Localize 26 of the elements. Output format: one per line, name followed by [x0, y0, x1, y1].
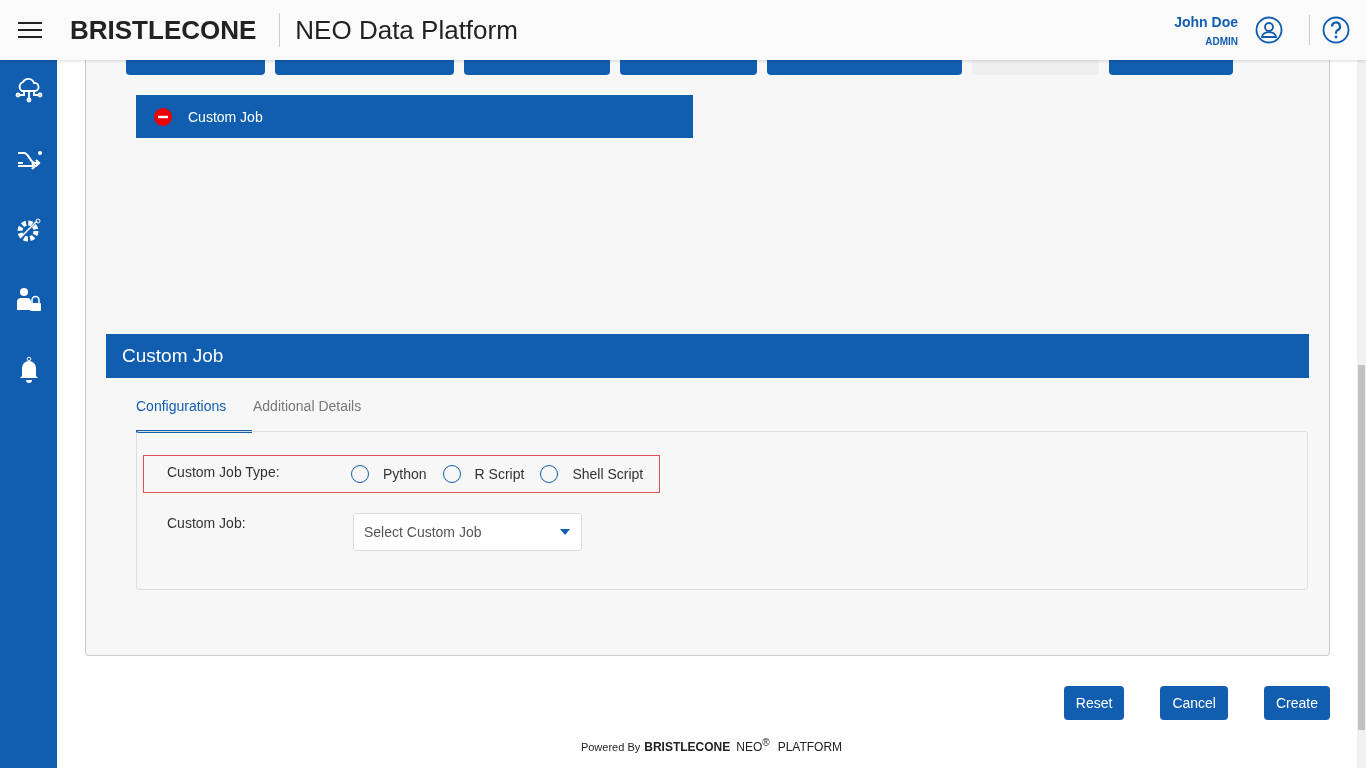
product-name: NEO$^{®}$ — [736, 737, 770, 754]
option-label: Python — [383, 466, 427, 482]
dropdown-placeholder: Select Custom Job — [364, 524, 482, 540]
footer-logo: BRISTLECONE — [644, 740, 731, 754]
user-name: John Doe — [1174, 13, 1238, 30]
action-button[interactable]: Create — [1263, 686, 1330, 720]
user-role: ADMIN — [1205, 35, 1238, 47]
powered-by-text: Powered By — [580, 741, 641, 753]
radio-option[interactable]: Python — [351, 465, 427, 483]
action-button[interactable]: Reset — [1063, 686, 1125, 720]
field-label: Custom Job: — [167, 515, 247, 533]
field-label: Custom Job Type: — [167, 464, 281, 480]
tab[interactable]: Additional Details — [252, 390, 362, 433]
option-label: R Script — [474, 466, 525, 482]
section-header: Custom Job — [106, 334, 1309, 378]
platform-text: PLATFORM — [777, 740, 843, 754]
brand-logo: BRISTLECONE — [70, 14, 257, 46]
radio-option[interactable]: R Script — [442, 465, 525, 483]
job-label: Custom Job — [188, 108, 263, 125]
job-item[interactable]: Custom Job — [136, 95, 693, 138]
radio-option[interactable]: Shell Script — [540, 465, 644, 483]
custom-job-dropdown[interactable]: Select Custom Job — [353, 513, 582, 551]
tab[interactable]: Configurations — [136, 390, 252, 433]
app-title: NEO Data Platform — [295, 14, 518, 46]
option-label: Shell Script — [572, 466, 644, 482]
action-button[interactable]: Cancel — [1160, 686, 1228, 720]
